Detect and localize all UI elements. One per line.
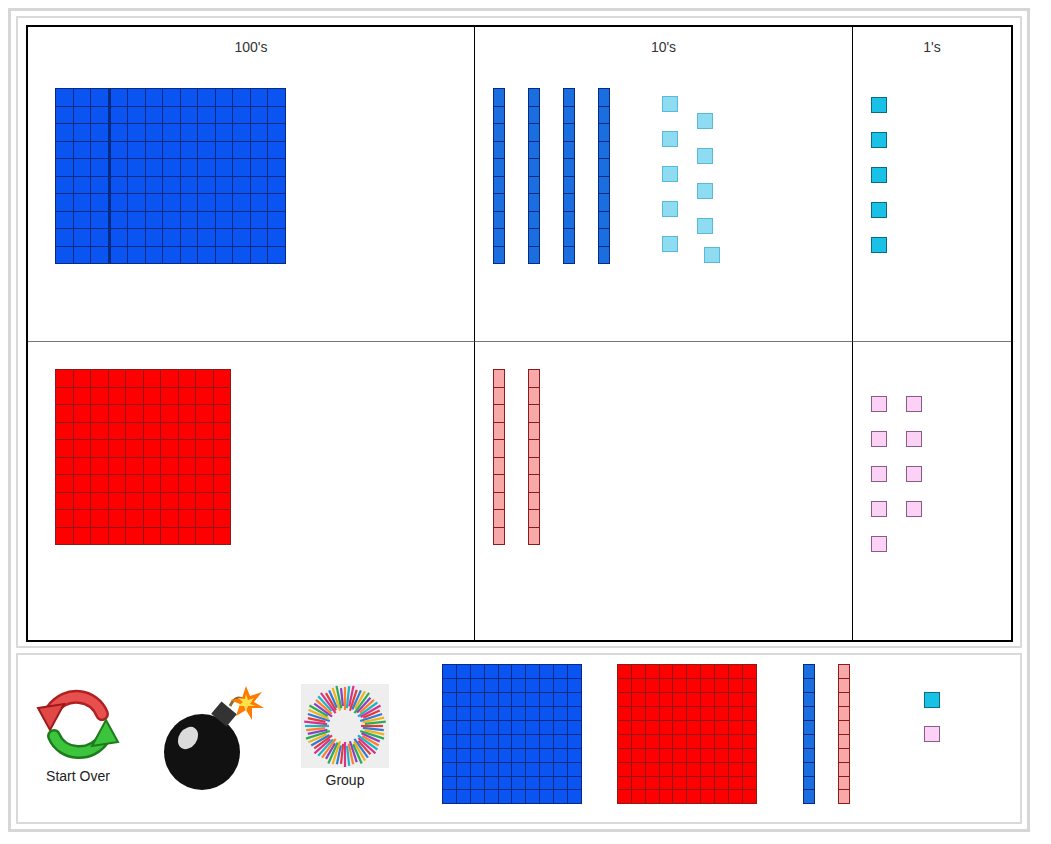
- palette-unit-negative[interactable]: [924, 726, 940, 742]
- palette-flat-positive[interactable]: [442, 664, 582, 804]
- faded-unit[interactable]: [662, 96, 678, 112]
- tens-negative: [475, 342, 853, 640]
- faded-unit[interactable]: [662, 166, 678, 182]
- ten-rod[interactable]: [563, 88, 575, 264]
- one-unit[interactable]: [906, 431, 922, 447]
- ten-rod[interactable]: [493, 88, 505, 264]
- one-unit[interactable]: [871, 202, 887, 218]
- hundred-flat-extra[interactable]: [55, 88, 109, 264]
- faded-unit[interactable]: [697, 148, 713, 164]
- place-value-board: 100's10's1's: [26, 25, 1013, 642]
- one-unit[interactable]: [871, 536, 887, 552]
- one-unit[interactable]: [871, 237, 887, 253]
- faded-unit[interactable]: [697, 183, 713, 199]
- ten-rod[interactable]: [598, 88, 610, 264]
- hundred-flat[interactable]: [55, 369, 231, 545]
- palette-rod-negative[interactable]: [838, 664, 850, 804]
- group-tool[interactable]: Group: [301, 684, 389, 790]
- column-header: 1's: [853, 37, 1011, 57]
- faded-unit[interactable]: [662, 201, 678, 217]
- ten-rod[interactable]: [493, 369, 505, 545]
- palette-rod-positive[interactable]: [803, 664, 815, 804]
- one-unit[interactable]: [871, 396, 887, 412]
- ten-rod[interactable]: [528, 88, 540, 264]
- faded-unit[interactable]: [662, 131, 678, 147]
- hundreds-positive: 100's: [28, 27, 475, 342]
- tool-label: Start Over: [46, 766, 110, 786]
- one-unit[interactable]: [871, 132, 887, 148]
- faded-unit[interactable]: [704, 247, 720, 263]
- tens-positive: 10's: [475, 27, 853, 342]
- one-unit[interactable]: [906, 466, 922, 482]
- faded-unit[interactable]: [697, 218, 713, 234]
- one-unit[interactable]: [871, 97, 887, 113]
- board-panel: 100's10's1's: [16, 16, 1022, 648]
- one-unit[interactable]: [906, 501, 922, 517]
- ten-rod[interactable]: [528, 369, 540, 545]
- toolbar: Start Over Group: [16, 653, 1022, 824]
- bomb-icon[interactable]: [158, 684, 266, 792]
- one-unit[interactable]: [871, 466, 887, 482]
- hundred-flat[interactable]: [109, 88, 286, 264]
- group-icon: [301, 684, 389, 768]
- one-unit[interactable]: [871, 431, 887, 447]
- palette-unit-positive[interactable]: [924, 692, 940, 708]
- reset-tool[interactable]: Start Over: [28, 684, 128, 786]
- one-unit[interactable]: [906, 396, 922, 412]
- start-over-icon: [36, 684, 120, 764]
- ones-positive: 1's: [853, 27, 1011, 342]
- one-unit[interactable]: [871, 167, 887, 183]
- one-unit[interactable]: [871, 501, 887, 517]
- faded-unit[interactable]: [697, 113, 713, 129]
- ones-negative: [853, 342, 1011, 640]
- hundreds-negative: [28, 342, 475, 640]
- palette-flat-negative[interactable]: [617, 664, 757, 804]
- tool-label: Group: [326, 770, 365, 790]
- bomb-tool[interactable]: [158, 684, 266, 792]
- column-header: 100's: [28, 37, 474, 57]
- app-frame: 100's10's1's Start Over Group: [8, 8, 1030, 832]
- faded-unit[interactable]: [662, 236, 678, 252]
- column-header: 10's: [475, 37, 852, 57]
